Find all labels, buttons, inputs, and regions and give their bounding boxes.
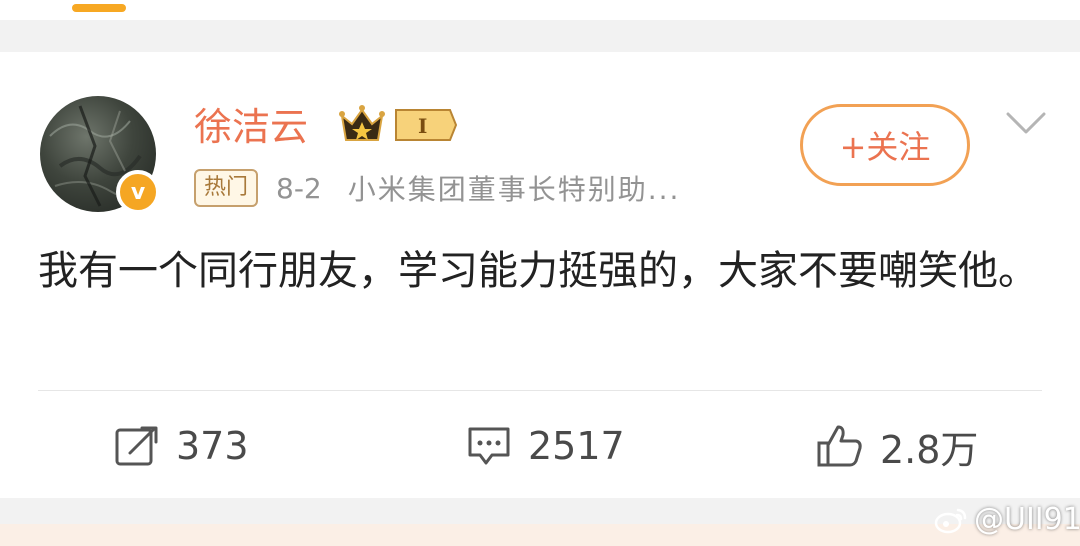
like-count: 2.8万 — [880, 427, 979, 472]
member-level-text: I — [418, 114, 427, 138]
post-source: 小米集团董事长特别助... — [347, 173, 681, 206]
author-name[interactable]: 徐洁云 — [194, 102, 308, 152]
weibo-logo-icon — [934, 508, 967, 533]
watermark-text: @UII91 — [974, 502, 1080, 537]
hot-tag: 热门 — [194, 169, 259, 207]
watermark: @UII91 — [934, 502, 1080, 537]
repost-count: 373 — [176, 424, 249, 468]
divider — [38, 390, 1042, 391]
comment-count: 2517 — [528, 424, 625, 468]
top-tab-bar — [0, 0, 1080, 20]
post-text: 我有一个同行朋友，学习能力挺强的，大家不要嘲笑他。 — [38, 248, 1038, 294]
verified-badge: v — [116, 170, 160, 214]
post-date: 8-2 — [276, 171, 322, 205]
like-button[interactable]: 2.8万 — [816, 418, 978, 474]
post-meta: 热门 8-2 小米集团董事长特别助... — [194, 166, 680, 210]
repost-icon — [115, 426, 158, 466]
thumbs-up-icon — [817, 425, 862, 467]
follow-button[interactable]: +关注 — [800, 104, 970, 186]
active-tab-indicator — [72, 4, 126, 12]
comment-button[interactable]: 2517 — [466, 418, 625, 474]
repost-button[interactable]: 373 — [114, 418, 249, 474]
next-card-edge — [0, 524, 1080, 546]
crown-member-badge-icon[interactable]: I — [338, 102, 458, 148]
chevron-down-icon[interactable] — [1006, 112, 1046, 136]
comment-icon — [468, 427, 510, 465]
verified-letter: v — [130, 179, 146, 205]
